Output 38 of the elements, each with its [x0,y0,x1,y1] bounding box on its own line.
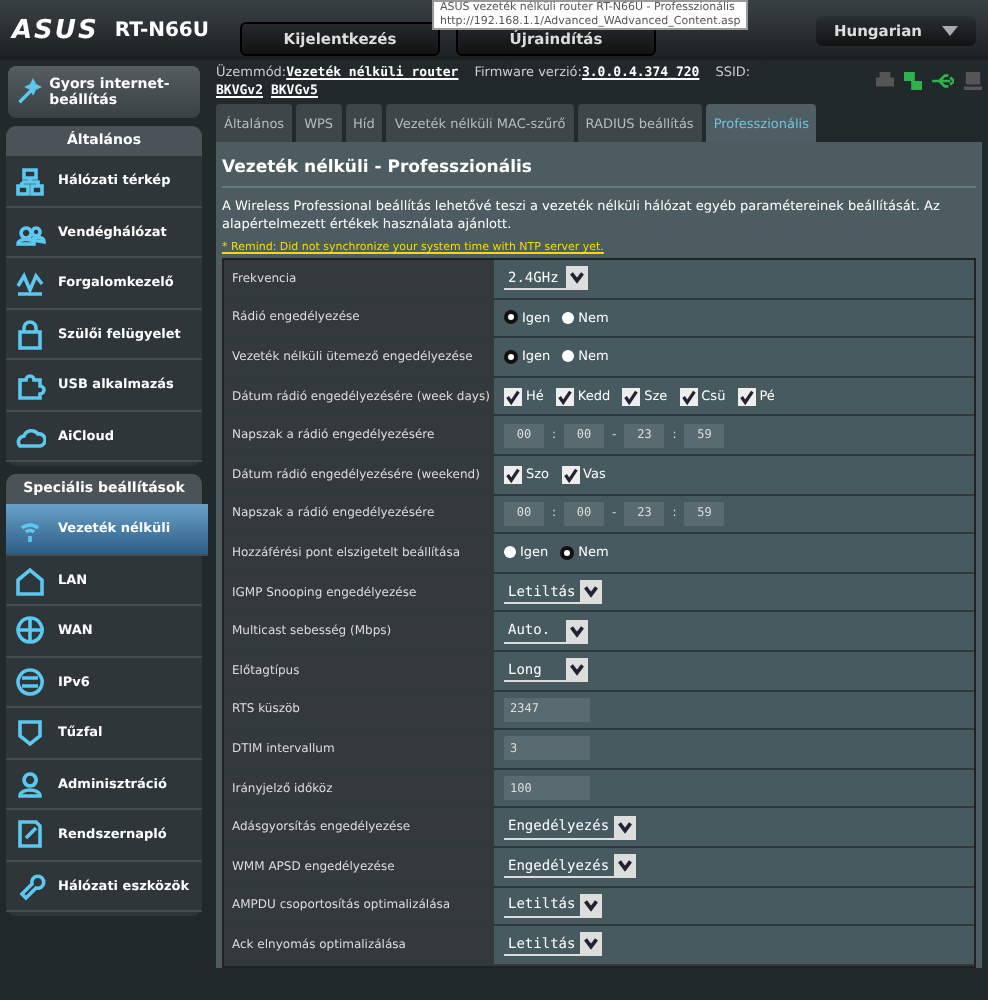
caret-icon [613,815,636,838]
menu-icon [14,869,46,902]
caret-icon [579,893,602,916]
radio-button[interactable] [562,350,575,363]
model-name: RT-N66U [114,19,210,41]
radio-button[interactable] [504,310,518,325]
checkbox[interactable] [622,387,641,406]
caret-icon [566,266,588,289]
menu-icon [14,767,46,800]
menu-icon [14,563,46,596]
caret-icon [942,25,959,35]
menu-icon [14,317,46,350]
checkbox[interactable] [504,387,522,406]
menu-icon [14,614,46,647]
caret-icon [566,619,588,642]
radio-button[interactable] [560,545,575,560]
caret-icon [579,932,602,955]
usb-icon [932,72,954,90]
caret-icon [579,580,602,603]
menu-icon [14,818,46,851]
radio-button[interactable] [504,349,518,364]
checkbox[interactable] [679,387,698,406]
radio-button[interactable] [562,311,575,324]
brand-logo: ASUS [12,15,99,45]
caret-icon [566,658,588,681]
checkbox[interactable] [737,387,756,406]
menu-icon [14,164,46,197]
checkbox[interactable] [555,387,574,406]
panel-title: Vezeték nélküli - Professzionális [222,156,534,182]
menu-icon [14,665,46,698]
network-icon [904,72,922,90]
checkbox[interactable] [561,465,580,484]
printer-icon [876,72,894,90]
checkbox[interactable] [504,465,522,484]
menu-icon [14,368,46,401]
radio-button[interactable] [504,546,516,559]
menu-icon [14,716,46,749]
caret-icon [613,854,636,877]
